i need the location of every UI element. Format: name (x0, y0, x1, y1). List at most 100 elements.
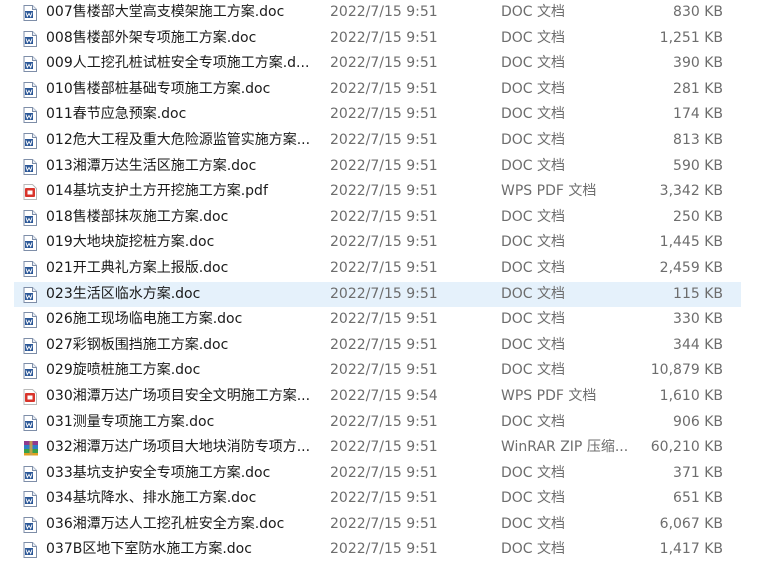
file-size: 330 KB (673, 311, 723, 328)
word-doc-icon (23, 235, 37, 252)
file-date-modified: 2022/7/15 9:51 (330, 234, 438, 251)
file-size: 60,210 KB (650, 439, 723, 456)
file-row[interactable]: 026施工现场临电施工方案.doc 2022/7/15 9:51 DOC 文档 330… (14, 307, 741, 333)
file-row[interactable]: 008售楼部外架专项施工方案.doc 2022/7/15 9:51 DOC 文档 1,… (14, 26, 741, 52)
file-size: 1,417 KB (659, 541, 723, 558)
word-doc-icon (23, 312, 37, 329)
file-size: 2,459 KB (659, 259, 723, 276)
file-name: 026施工现场临电施工方案.doc (46, 311, 243, 328)
file-date-modified: 2022/7/15 9:51 (330, 106, 438, 123)
file-row[interactable]: 029旋喷桩施工方案.doc 2022/7/15 9:51 DOC 文档 10,879… (14, 358, 741, 384)
file-row[interactable]: 030湘潭万达广场项目安全文明施工方案... 2022/7/15 9:54 WPS … (14, 384, 741, 410)
word-doc-icon (23, 30, 37, 47)
file-date-modified: 2022/7/15 9:51 (330, 55, 438, 72)
file-size: 344 KB (673, 336, 723, 353)
file-name: 033基坑支护安全专项施工方案.doc (46, 464, 271, 481)
file-size: 1,251 KB (659, 29, 723, 46)
file-date-modified: 2022/7/15 9:51 (330, 285, 438, 302)
file-date-modified: 2022/7/15 9:51 (330, 157, 438, 174)
word-doc-icon (23, 56, 37, 73)
file-type: DOC 文档 (501, 285, 566, 302)
file-date-modified: 2022/7/15 9:51 (330, 464, 438, 481)
file-row[interactable]: 027彩钢板围挡施工方案.doc 2022/7/15 9:51 DOC 文档 344 … (14, 333, 741, 359)
file-size: 390 KB (673, 55, 723, 72)
file-row[interactable]: 018售楼部抹灰施工方案.doc 2022/7/15 9:51 DOC 文档 250 … (14, 205, 741, 231)
file-name: 007售楼部大堂高支模架施工方案.doc (46, 4, 285, 20)
file-type: WinRAR ZIP 压缩... (501, 439, 629, 456)
file-name: 031测量专项施工方案.doc (46, 413, 215, 430)
file-date-modified: 2022/7/15 9:51 (330, 29, 438, 46)
file-date-modified: 2022/7/15 9:51 (330, 439, 438, 456)
file-row[interactable]: 023生活区临水方案.doc 2022/7/15 9:51 DOC 文档 115 KB (14, 281, 741, 308)
pdf-icon (23, 388, 37, 405)
file-list: 007售楼部大堂高支模架施工方案.doc 2022/7/15 9:51 DOC 文档… (0, 0, 760, 563)
file-date-modified: 2022/7/15 9:51 (330, 515, 438, 532)
file-size: 590 KB (673, 157, 723, 174)
word-doc-icon (23, 491, 37, 508)
word-doc-icon (23, 209, 37, 226)
word-doc-icon (23, 363, 37, 380)
file-name: 027彩钢板围挡施工方案.doc (46, 336, 229, 353)
file-date-modified: 2022/7/15 9:54 (330, 387, 438, 404)
file-row[interactable]: 010售楼部桩基础专项施工方案.doc 2022/7/15 9:51 DOC 文档 2… (14, 77, 741, 103)
file-type: DOC 文档 (501, 541, 566, 558)
file-row[interactable]: 019大地块旋挖桩方案.doc 2022/7/15 9:51 DOC 文档 1,445… (14, 230, 741, 256)
file-type: DOC 文档 (501, 336, 566, 353)
file-type: WPS PDF 文档 (501, 183, 597, 200)
file-size: 6,067 KB (659, 515, 723, 532)
file-size: 906 KB (673, 413, 723, 430)
file-row[interactable]: 033基坑支护安全专项施工方案.doc 2022/7/15 9:51 DOC 文档 3… (14, 461, 741, 487)
file-name: 023生活区临水方案.doc (46, 285, 201, 302)
file-row[interactable]: 009人工挖孔桩试桩安全专项施工方案.d... 2022/7/15 9:51 DOC… (14, 51, 741, 77)
file-row[interactable]: 012危大工程及重大危险源监管实施方案... 2022/7/15 9:51 DOC … (14, 128, 741, 154)
file-type: DOC 文档 (501, 131, 566, 148)
file-size: 10,879 KB (650, 362, 723, 379)
file-row[interactable]: 014基坑支护土方开挖施工方案.pdf 2022/7/15 9:51 WPS PDF… (14, 179, 741, 205)
word-doc-icon (23, 565, 37, 570)
word-doc-icon (23, 260, 37, 277)
file-date-modified: 2022/7/15 9:51 (330, 413, 438, 430)
file-size: 3,342 KB (659, 183, 723, 200)
word-doc-icon (23, 465, 37, 482)
file-type: DOC 文档 (501, 157, 566, 174)
file-size: 830 KB (673, 4, 723, 20)
file-name: 032湘潭万达广场项目大地块消防专项方... (46, 439, 311, 456)
file-date-modified: 2022/7/15 9:51 (330, 259, 438, 276)
file-row[interactable]: 037B区地下室防水施工方案.doc 2022/7/15 9:51 DOC 文档 1,… (14, 537, 741, 563)
file-row[interactable]: 007售楼部大堂高支模架施工方案.doc 2022/7/15 9:51 DOC 文档… (14, 0, 741, 26)
file-name: 018售楼部抹灰施工方案.doc (46, 208, 229, 225)
file-date-modified: 2022/7/15 9:51 (330, 541, 438, 558)
word-doc-icon (23, 414, 37, 431)
file-date-modified: 2022/7/15 9:51 (330, 490, 438, 507)
word-doc-icon (23, 286, 37, 303)
file-name: 011春节应急预案.doc (46, 106, 187, 123)
file-name: 013湘潭万达生活区施工方案.doc (46, 157, 257, 174)
word-doc-icon (23, 337, 37, 354)
file-row[interactable]: 036湘潭万达人工挖孔桩安全方案.doc 2022/7/15 9:51 DOC 文档… (14, 512, 741, 538)
file-date-modified: 2022/7/15 9:51 (330, 4, 438, 20)
file-size: 174 KB (673, 106, 723, 123)
word-doc-icon (23, 516, 37, 533)
file-type: DOC 文档 (501, 311, 566, 328)
file-name: 019大地块旋挖桩方案.doc (46, 234, 215, 251)
file-date-modified: 2022/7/15 9:51 (330, 208, 438, 225)
file-row[interactable]: 013湘潭万达生活区施工方案.doc 2022/7/15 9:51 DOC 文档 59… (14, 154, 741, 180)
pdf-icon (23, 184, 37, 201)
file-name: 030湘潭万达广场项目安全文明施工方案... (46, 387, 311, 404)
file-size: 250 KB (673, 208, 723, 225)
file-row[interactable]: 021开工典礼方案上报版.doc 2022/7/15 9:51 DOC 文档 2,45… (14, 256, 741, 282)
file-size: 281 KB (673, 80, 723, 97)
file-row[interactable]: 011春节应急预案.doc 2022/7/15 9:51 DOC 文档 174 KB (14, 102, 741, 128)
file-name: 029旋喷桩施工方案.doc (46, 362, 201, 379)
file-name: 034基坑降水、排水施工方案.doc (46, 490, 257, 507)
file-type: DOC 文档 (501, 106, 566, 123)
file-row[interactable]: 034基坑降水、排水施工方案.doc 2022/7/15 9:51 DOC 文档 65… (14, 486, 741, 512)
file-type: DOC 文档 (501, 515, 566, 532)
file-name: 010售楼部桩基础专项施工方案.doc (46, 80, 271, 97)
file-type: DOC 文档 (501, 234, 566, 251)
file-row[interactable]: 031测量专项施工方案.doc 2022/7/15 9:51 DOC 文档 906 K… (14, 410, 741, 436)
file-name: 037B区地下室防水施工方案.doc (46, 541, 252, 558)
file-row[interactable]: 032湘潭万达广场项目大地块消防专项方... 2022/7/15 9:51 WinR… (14, 435, 741, 461)
file-type: DOC 文档 (501, 413, 566, 430)
file-date-modified: 2022/7/15 9:51 (330, 311, 438, 328)
